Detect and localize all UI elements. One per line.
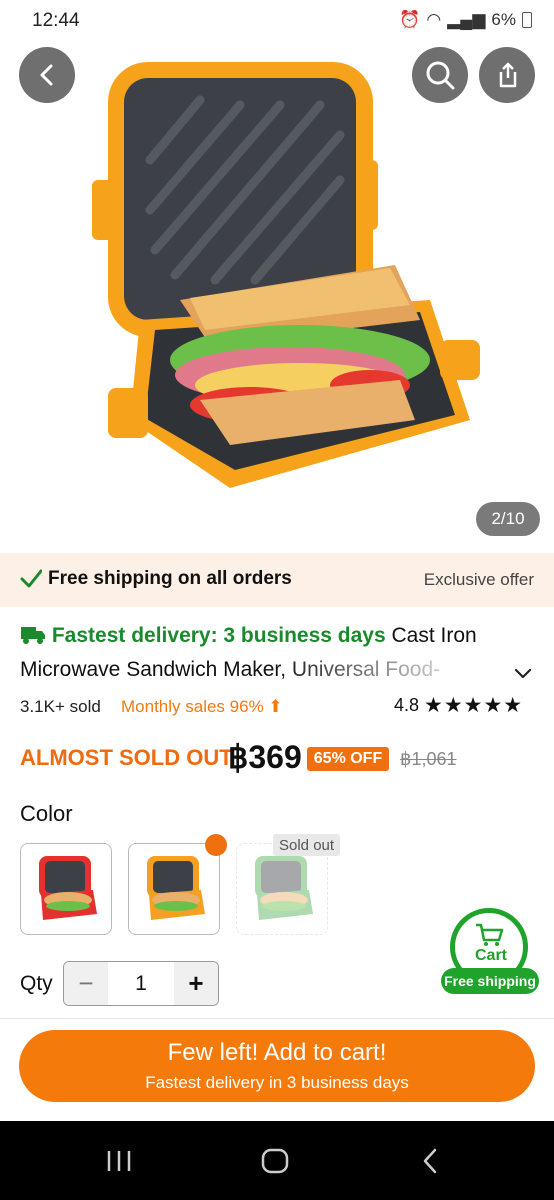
battery-icon — [522, 12, 532, 28]
divider — [0, 1018, 554, 1019]
chevron-left-icon — [40, 64, 53, 86]
rating-stars[interactable]: ★★★★★ — [424, 693, 523, 718]
product-title-line2: Microwave Sandwich Maker, Universal Food… — [20, 656, 490, 684]
fastest-delivery-label: Fastest delivery: 3 business days — [51, 624, 386, 647]
increase-qty-button[interactable]: + — [174, 962, 218, 1005]
trend-up-icon: ⬆ — [268, 697, 283, 716]
decrease-qty-button[interactable]: − — [64, 962, 108, 1005]
free-shipping-banner[interactable]: Free shipping on all orders Exclusive of… — [0, 553, 554, 607]
product-title-line1: Fastest delivery: 3 business days Cast I… — [20, 622, 540, 650]
hot-badge-icon — [205, 834, 227, 856]
recent-apps-icon[interactable] — [105, 1149, 133, 1173]
sold-out-badge: Sold out — [273, 834, 341, 856]
status-icons: ⏰ ◠ ▂▄▆ 6% — [399, 10, 532, 30]
exclusive-offer-label: Exclusive offer — [423, 570, 534, 589]
home-icon[interactable] — [260, 1147, 290, 1175]
red-variant-image — [39, 856, 97, 920]
color-option-red[interactable] — [20, 843, 112, 935]
free-shipping-label: Free shipping on all orders — [48, 568, 292, 589]
search-button[interactable] — [412, 47, 468, 103]
system-nav-bar — [0, 1121, 554, 1200]
checkmark-icon — [20, 569, 42, 588]
color-option-orange[interactable] — [128, 843, 220, 935]
discount-badge: 65% OFF — [307, 747, 389, 771]
battery-text: 6% — [491, 10, 516, 29]
quantity-stepper: − 1 + — [63, 961, 219, 1006]
product-image — [92, 62, 480, 488]
delivery-truck-icon — [21, 627, 45, 644]
wifi-icon: ◠ — [426, 10, 442, 29]
cart-icon — [476, 923, 504, 946]
monthly-sales-text: Monthly sales 96% — [121, 697, 264, 716]
color-option-green[interactable] — [236, 843, 328, 935]
product-title-rest: Microwave Sandwich Maker, Universal Food… — [20, 658, 441, 681]
chevron-down-icon[interactable] — [512, 664, 534, 682]
back-nav-icon[interactable] — [420, 1148, 440, 1174]
status-time: 12:44 — [32, 10, 80, 31]
orange-variant-image — [147, 856, 205, 920]
search-icon — [426, 61, 455, 90]
gallery-counter: 2/10 — [476, 502, 540, 536]
share-icon — [499, 62, 517, 88]
cart-free-shipping-badge: Free shipping — [441, 968, 539, 994]
add-to-cart-title: Few left! Add to cart! — [167, 1039, 387, 1066]
add-to-cart-button[interactable]: Few left! Add to cart! Fastest delivery … — [19, 1030, 535, 1102]
add-to-cart-subtitle: Fastest delivery in 3 business days — [145, 1073, 409, 1092]
quantity-value[interactable]: 1 — [108, 962, 174, 1005]
color-label: Color — [20, 801, 73, 826]
product-title-start: Cast Iron — [391, 624, 477, 647]
sold-count: 3.1K+ sold — [20, 697, 101, 716]
qty-label: Qty — [20, 972, 53, 995]
price: ฿369 — [228, 739, 302, 775]
scarcity-label: ALMOST SOLD OUT — [20, 745, 233, 770]
cart-label: Cart — [474, 947, 507, 964]
signal-icon: ▂▄▆ — [447, 10, 486, 29]
status-bar: 12:44 ⏰ ◠ ▂▄▆ 6% — [0, 0, 554, 44]
green-variant-image — [255, 856, 313, 920]
share-button[interactable] — [479, 47, 535, 103]
monthly-sales: Monthly sales 96% ⬆ — [121, 697, 283, 717]
back-button[interactable] — [19, 47, 75, 103]
rating-value: 4.8 — [394, 695, 420, 715]
product-image-gallery[interactable] — [0, 0, 554, 553]
original-price: ฿1,061 — [400, 749, 457, 769]
alarm-icon: ⏰ — [399, 10, 421, 29]
